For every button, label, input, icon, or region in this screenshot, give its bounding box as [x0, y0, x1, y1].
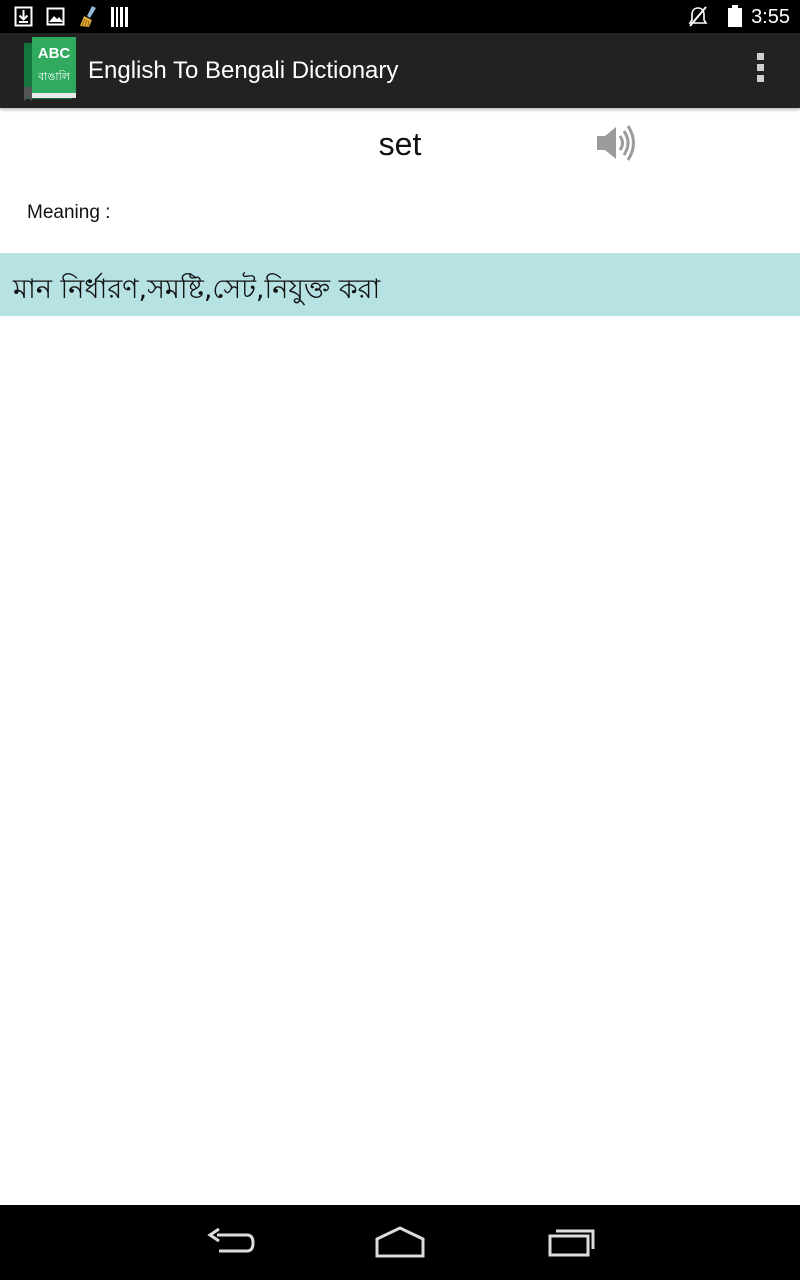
logo-top-text: ABC — [38, 45, 71, 62]
logo-bottom-text: বাঙালি — [37, 70, 71, 83]
back-icon[interactable] — [205, 1225, 255, 1261]
meaning-panel: মান নির্ধারণ,সমষ্টি,সেট,নিযুক্ত করা — [0, 253, 800, 316]
battery-icon — [728, 5, 742, 27]
barcode-icon — [111, 7, 128, 27]
overflow-menu-icon[interactable] — [750, 53, 770, 89]
app-title: English To Bengali Dictionary — [88, 57, 399, 84]
muted-icon — [688, 6, 708, 27]
action-bar: ABC বাঙালি English To Bengali Dictionary — [0, 33, 800, 108]
download-icon — [14, 6, 33, 27]
entry-word: set — [378, 126, 422, 162]
broom-icon — [80, 6, 96, 27]
home-icon[interactable] — [374, 1225, 426, 1261]
meaning-text: মান নির্ধারণ,সমষ্টি,সেট,নিযুক্ত করা — [13, 274, 381, 305]
image-icon — [46, 7, 65, 26]
speaker-icon[interactable] — [594, 122, 638, 164]
recents-icon[interactable] — [547, 1225, 597, 1261]
meaning-label: Meaning : — [27, 202, 111, 223]
navigation-bar — [0, 1205, 800, 1280]
app-logo-icon[interactable]: ABC বাঙালি — [22, 37, 78, 103]
status-time: 3:55 — [751, 6, 790, 28]
status-bar: 3:55 — [0, 0, 800, 33]
